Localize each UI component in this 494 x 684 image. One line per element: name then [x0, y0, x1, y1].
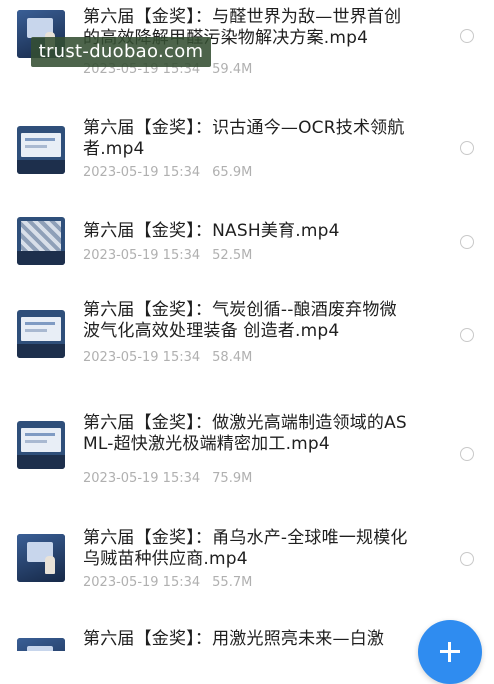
file-name: 第六届【金奖】：识古通今—OCR技术领航者.mp4 — [83, 118, 405, 159]
file-date: 2023-05-19 15:34 — [83, 575, 201, 590]
file-size: 52.5M — [212, 248, 253, 263]
file-size: 55.7M — [212, 575, 253, 590]
select-radio[interactable] — [460, 552, 474, 566]
video-thumbnail — [17, 310, 65, 358]
video-thumbnail — [17, 638, 65, 651]
video-thumbnail — [17, 126, 65, 174]
file-meta: 2023-05-19 15:34 52.5M — [83, 248, 252, 264]
select-radio[interactable] — [460, 447, 474, 461]
file-meta: 2023-05-19 15:34 58.4M — [83, 350, 252, 366]
file-date: 2023-05-19 15:34 — [83, 248, 201, 263]
file-meta: 2023-05-19 15:34 65.9M — [83, 165, 252, 181]
file-name: 第六届【金奖】：NASH美育.mp4 — [83, 221, 340, 241]
select-radio[interactable] — [460, 235, 474, 249]
file-date: 2023-05-19 15:34 — [83, 165, 201, 180]
file-meta: 2023-05-19 15:34 55.7M — [83, 575, 252, 591]
watermark: trust-duobao.com — [31, 37, 211, 67]
file-date: 2023-05-19 15:34 — [83, 350, 201, 365]
video-thumbnail — [17, 534, 65, 582]
list-item[interactable]: 第六届【金奖】：做激光高端制造领域的ASML-超快激光极端精密加工.mp4 20… — [0, 400, 494, 500]
file-size: 58.4M — [212, 350, 253, 365]
file-size: 75.9M — [212, 471, 253, 486]
file-size: 65.9M — [212, 165, 253, 180]
video-thumbnail — [17, 421, 65, 469]
select-radio[interactable] — [460, 29, 474, 43]
file-date: 2023-05-19 15:34 — [83, 471, 201, 486]
list-item[interactable]: 第六届【金奖】：甬乌水产-全球唯一规模化乌贼苗种供应商.mp4 2023-05-… — [0, 510, 494, 610]
file-name: 第六届【金奖】：气炭创循--酿酒废弃物微波气化高效处理装备 创造者.mp4 — [83, 300, 397, 341]
file-name: 第六届【金奖】：用激光照亮未来—白激 — [83, 629, 385, 649]
file-name: 第六届【金奖】：做激光高端制造领域的ASML-超快激光极端精密加工.mp4 — [83, 413, 407, 454]
add-button[interactable] — [418, 620, 482, 684]
file-size: 59.4M — [212, 62, 253, 77]
file-name: 第六届【金奖】：甬乌水产-全球唯一规模化乌贼苗种供应商.mp4 — [83, 528, 408, 569]
file-list: 第六届【金奖】：与醛世界为敌—世界首创的高效降解甲醛污染物解决方案.mp4 20… — [0, 0, 494, 651]
file-meta: 2023-05-19 15:34 75.9M — [83, 471, 252, 487]
video-thumbnail — [17, 217, 65, 265]
select-radio[interactable] — [460, 328, 474, 342]
select-radio[interactable] — [460, 141, 474, 155]
list-item[interactable]: 第六届【金奖】：气炭创循--酿酒废弃物微波气化高效处理装备 创造者.mp4 20… — [0, 280, 494, 380]
list-item[interactable]: 第六届【金奖】：NASH美育.mp4 2023-05-19 15:34 52.5M — [0, 200, 494, 270]
list-item[interactable]: 第六届【金奖】：识古通今—OCR技术领航者.mp4 2023-05-19 15:… — [0, 100, 494, 188]
